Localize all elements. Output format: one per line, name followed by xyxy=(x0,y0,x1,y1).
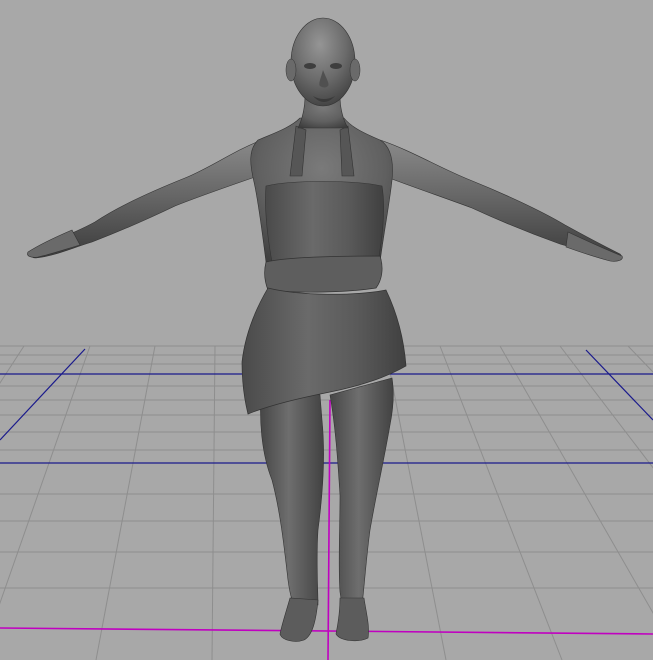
right-leg xyxy=(329,377,394,606)
left-ear xyxy=(285,58,297,82)
world-axes xyxy=(0,399,653,660)
head xyxy=(290,17,356,107)
right-foot xyxy=(335,597,369,642)
left-eye xyxy=(304,63,316,69)
right-ear xyxy=(349,58,361,82)
viewport-canvas[interactable] xyxy=(0,0,653,660)
dress-sash xyxy=(264,255,383,293)
left-hand xyxy=(27,229,81,258)
left-foot xyxy=(279,597,319,642)
left-leg xyxy=(260,379,324,606)
right-eye xyxy=(330,63,342,69)
right-hand xyxy=(565,231,623,262)
3d-viewport[interactable] xyxy=(0,0,653,660)
ground-grid xyxy=(0,345,653,660)
dress-bodice xyxy=(265,181,384,263)
